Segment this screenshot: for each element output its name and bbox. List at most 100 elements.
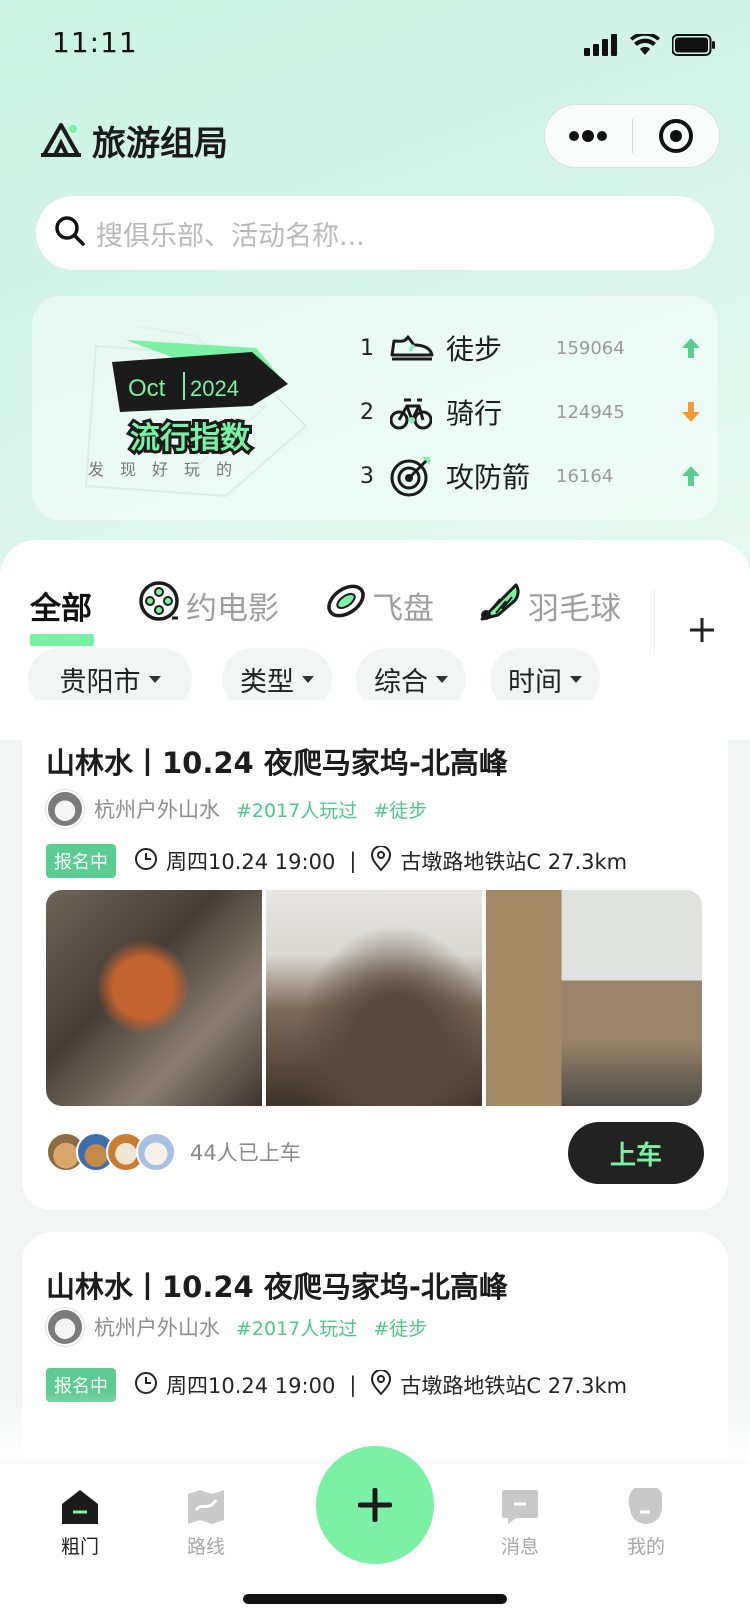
photo-leaf-on-rock[interactable] (46, 890, 262, 1106)
trend-row[interactable]: 2 骑行 124945 (360, 380, 700, 444)
trend-up-icon (676, 338, 700, 358)
club-avatar[interactable] (46, 790, 84, 828)
trend-rank: 3 (360, 463, 374, 489)
photo-strip (46, 890, 702, 1106)
tag[interactable]: #2017人玩过 (236, 796, 357, 823)
tab-frisbee[interactable]: 飞盘 (326, 570, 434, 640)
trend-list: 1 徒步 159064 2 骑行 124945 3 攻防箭 16164 (360, 316, 700, 508)
status-badge: 报名中 (46, 844, 116, 878)
category-tabs: 全部 约电影 飞盘 羽毛球 (0, 570, 750, 654)
tag[interactable]: #2017人玩过 (236, 1314, 357, 1341)
trend-subtitle: 发现好玩的 (88, 460, 249, 479)
riders-row: 44人已上车 (46, 1132, 301, 1172)
tab-badminton[interactable]: 羽毛球 (478, 570, 621, 640)
tag[interactable]: #徒步 (373, 796, 427, 823)
club-row: 杭州户外山水 #2017人玩过 #徒步 (46, 790, 427, 828)
plus-icon (358, 1488, 392, 1522)
activity-title: 山林水丨10.24 夜爬马家坞-北高峰 (46, 746, 508, 780)
sneaker-icon (390, 333, 446, 363)
activity-card[interactable]: 山林水丨10.24 夜爬马家坞-北高峰 杭州户外山水 #2017人玩过 #徒步 … (22, 740, 728, 1210)
tabbar-label: 我的 (626, 1536, 665, 1558)
trend-year: 2024 (190, 376, 239, 401)
trend-month: Oct (128, 375, 166, 402)
feed-top-fade (0, 700, 750, 740)
tab-divider (654, 590, 655, 654)
app-title: 旅游组局 (92, 124, 228, 164)
tent-logo-icon (40, 119, 82, 163)
search-placeholder: 搜俱乐部、活动名称... (96, 220, 365, 252)
tabbar-profile[interactable]: 我的 (596, 1488, 696, 1559)
filter-label: 时间 (508, 666, 562, 698)
profile-icon (628, 1488, 662, 1524)
filter-label: 综合 (374, 666, 428, 698)
target-icon (390, 455, 446, 497)
location-pin-icon (370, 844, 392, 877)
tabbar-label: 粗门 (60, 1536, 99, 1558)
app-header: 旅游组局 (40, 116, 228, 165)
tabbar-messages[interactable]: 消息 (470, 1488, 570, 1559)
trend-count: 159064 (556, 337, 625, 359)
signal-icon (584, 34, 618, 60)
battery-icon (671, 34, 716, 60)
trend-row[interactable]: 1 徒步 159064 (360, 316, 700, 380)
filter-label: 贵阳市 (59, 666, 141, 698)
separator: | (349, 849, 357, 873)
club-avatar[interactable] (46, 1308, 84, 1346)
caret-down-icon (570, 675, 582, 683)
club-name[interactable]: 杭州户外山水 (94, 1312, 220, 1342)
activity-time: 周四10.24 19:00 (166, 850, 336, 874)
photo-cliff-house[interactable] (486, 890, 702, 1106)
caret-down-icon (302, 675, 314, 683)
trend-headline: 流行指数 (130, 421, 251, 456)
frisbee-icon (326, 581, 366, 629)
tabbar-routes[interactable]: 路线 (156, 1488, 256, 1559)
search-input[interactable]: 搜俱乐部、活动名称... (36, 196, 714, 270)
tabbar-label: 消息 (500, 1536, 539, 1558)
rider-avatar (136, 1132, 176, 1172)
join-button[interactable]: 上车 (568, 1122, 704, 1184)
trend-name: 徒步 (446, 333, 503, 366)
trend-rank: 2 (360, 399, 374, 425)
more-menu-button[interactable] (545, 104, 632, 168)
plus-icon (690, 618, 714, 642)
trend-rank: 1 (360, 335, 374, 361)
mini-program-capsule (544, 104, 720, 168)
home-indicator (243, 1594, 507, 1604)
caret-down-icon (148, 675, 161, 683)
tab-label: 飞盘 (372, 590, 434, 627)
trend-down-icon (676, 402, 700, 422)
activity-location: 古墩路地铁站C 27.3km (400, 850, 628, 874)
club-row: 杭州户外山水 #2017人玩过 #徒步 (46, 1308, 427, 1346)
status-icons (584, 32, 716, 60)
club-name[interactable]: 杭州户外山水 (94, 794, 220, 824)
trend-row[interactable]: 3 攻防箭 16164 (360, 444, 700, 508)
trend-up-icon (676, 466, 700, 486)
home-icon (62, 1490, 98, 1524)
filter-label: 类型 (240, 666, 294, 698)
tabbar-label: 路线 (186, 1536, 225, 1558)
clock-icon (134, 847, 158, 876)
riders-count: 44人已上车 (190, 1141, 301, 1165)
search-icon (54, 215, 86, 251)
activity-feed[interactable]: 山林水丨10.24 夜爬马家坞-北高峰 杭州户外山水 #2017人玩过 #徒步 … (0, 740, 750, 1460)
tab-label: 羽毛球 (528, 590, 621, 627)
film-reel-icon (138, 580, 180, 630)
target-close-icon (658, 119, 693, 153)
tab-all[interactable]: 全部 (30, 570, 92, 640)
close-mini-program-button[interactable] (633, 104, 720, 168)
trend-count: 124945 (556, 401, 625, 423)
tab-label: 约电影 (186, 590, 279, 627)
tag[interactable]: #徒步 (373, 1314, 427, 1341)
trend-name: 骑行 (446, 397, 503, 430)
tab-movie[interactable]: 约电影 (138, 570, 279, 640)
trend-count: 16164 (556, 465, 614, 487)
create-activity-button[interactable] (316, 1446, 434, 1564)
photo-rock-texture[interactable] (266, 890, 482, 1106)
tabbar-home[interactable]: 粗门 (30, 1488, 130, 1559)
message-icon (502, 1490, 538, 1524)
trend-index-card[interactable]: Oct 2024 流行指数 发现好玩的 1 徒步 159064 2 骑行 124… (32, 296, 718, 520)
caret-down-icon (436, 675, 448, 683)
status-bar: 11:11 (0, 0, 750, 90)
wifi-icon (630, 32, 660, 60)
info-row: 报名中 周四10.24 19:00 | 古墩路地铁站C 27.3km (46, 844, 627, 878)
